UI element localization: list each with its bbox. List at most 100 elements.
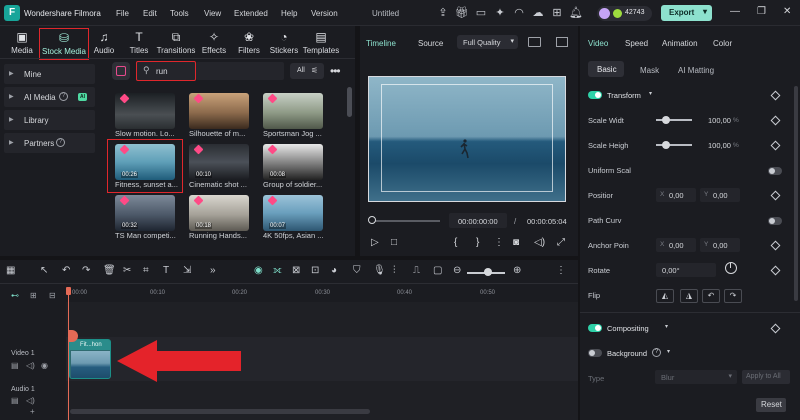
delete-icon[interactable]: 🗑︎ (103, 265, 116, 276)
scrollbar[interactable] (794, 86, 798, 301)
folder-icon[interactable]: ▤ (11, 361, 19, 370)
tab-transitions[interactable]: ⧉ Transitions (156, 29, 196, 61)
thumbnail-6[interactable]: 00:32 (115, 195, 175, 231)
search-box[interactable]: ⚲ (136, 61, 196, 81)
search-input[interactable] (156, 65, 194, 77)
more-options-icon[interactable]: ••• (330, 64, 341, 78)
snap-icon[interactable]: ◉ (254, 265, 263, 276)
tab-video[interactable]: Video (588, 39, 608, 48)
shield-icon[interactable]: ⛉ (353, 265, 361, 276)
subtab-mask[interactable]: Mask (640, 66, 659, 75)
transform-toggle[interactable] (588, 91, 602, 99)
anchor-x-field[interactable]: X 0,00 (656, 238, 696, 252)
snapshot-icon[interactable]: ◙ (513, 237, 519, 248)
tab-filters[interactable]: ❀ Filters (234, 29, 264, 61)
mark-out-icon[interactable]: } (476, 237, 479, 248)
layout-icon[interactable]: ▦ (6, 265, 15, 276)
track-settings-icon[interactable]: ⊟ (49, 291, 56, 300)
sidebar-item-partners[interactable]: ▶ Partners ? (4, 133, 95, 153)
thumbnail-5[interactable]: 00:08 (263, 144, 323, 180)
chevron-down-icon[interactable]: ▾ (649, 90, 652, 97)
flip-horizontal-icon[interactable]: ◭ (656, 289, 674, 303)
quality-dropdown[interactable]: Full Quality ▾ (457, 35, 518, 49)
rotate-dial[interactable] (725, 262, 737, 274)
mark-in-icon[interactable]: { (454, 237, 457, 248)
select-tool-icon[interactable]: ↖ (40, 265, 48, 276)
menu-view[interactable]: View (204, 9, 221, 18)
tab-media[interactable]: ▣ Media (6, 29, 38, 61)
fullscreen-icon[interactable] (556, 37, 568, 47)
rotate-left-icon[interactable]: ↶ (702, 289, 720, 303)
playhead[interactable] (68, 288, 69, 420)
clip-icon[interactable]: ▢ (433, 265, 442, 276)
menu-help[interactable]: Help (281, 9, 297, 18)
crop-icon[interactable]: ⌗ (143, 265, 149, 276)
thumbnail-2[interactable] (263, 93, 323, 129)
menu-edit[interactable]: Edit (143, 9, 157, 18)
position-y-field[interactable]: Y 0,00 (700, 188, 740, 202)
tab-timeline[interactable]: Timeline (366, 39, 396, 48)
snapshot-frame-icon[interactable] (528, 37, 541, 47)
video-preview[interactable] (368, 76, 566, 202)
menu-file[interactable]: File (116, 9, 129, 18)
timeline-scrollbar[interactable] (70, 409, 370, 414)
lightbulb-icon[interactable]: ✦ (493, 6, 507, 20)
tab-source[interactable]: Source (418, 39, 443, 48)
speaker-icon[interactable]: ◁) (26, 396, 35, 405)
search-field-background[interactable] (196, 62, 284, 80)
menu-version[interactable]: Version (311, 9, 338, 18)
tab-stock-media[interactable]: ⛁ Stock Media (39, 28, 89, 60)
maximize-icon[interactable]: ❐ (757, 6, 766, 17)
tab-audio[interactable]: ♫ Audio (90, 29, 118, 61)
background-type-dropdown[interactable]: Blur ▾ (655, 370, 737, 384)
chevron-down-icon[interactable]: ▾ (667, 348, 670, 355)
mixer-icon[interactable]: ⫶ (393, 265, 396, 276)
credits-badge[interactable]: 42743 (597, 6, 652, 21)
preview-scrubber[interactable] (368, 216, 376, 224)
help-icon[interactable]: ? (56, 138, 65, 147)
apply-to-all-button[interactable]: Apply to All (742, 370, 790, 384)
play-icon[interactable]: ▷ (371, 237, 379, 248)
rotate-field[interactable]: 0,00° (656, 263, 716, 277)
thumbnail-4[interactable]: 00:10 (189, 144, 249, 180)
filter-dropdown[interactable]: All ⚟ (290, 63, 324, 79)
preview-progress-bar[interactable] (372, 220, 440, 222)
tab-effects[interactable]: ✧ Effects (199, 29, 229, 61)
timeline-menu-icon[interactable]: ⋮ (556, 265, 566, 276)
current-time-display[interactable]: 00:00:00:00 (449, 213, 507, 228)
close-icon[interactable]: ✕ (783, 6, 791, 17)
link-icon[interactable]: ⟗ (273, 265, 282, 276)
tab-animation[interactable]: Animation (662, 39, 698, 48)
resize-icon[interactable]: ⇲ (183, 265, 191, 276)
redo-icon[interactable]: ↷ (82, 265, 90, 276)
marker-icon[interactable]: ⎍ (413, 265, 420, 276)
path-curve-toggle[interactable] (768, 217, 782, 225)
upload-icon[interactable]: ⇪ (436, 6, 450, 20)
scale-width-slider[interactable] (656, 116, 692, 124)
tab-templates[interactable]: ▤ Templates (302, 29, 340, 61)
flip-vertical-icon[interactable]: ◮ (680, 289, 698, 303)
scale-height-value[interactable]: 100,00 (708, 141, 731, 150)
speed-ramp-icon[interactable]: ◕ (331, 265, 337, 276)
speaker-icon[interactable]: ◁) (26, 361, 35, 370)
link-tracks-icon[interactable]: ⊷ (11, 291, 19, 300)
expand-icon[interactable]: ⤢ (557, 237, 565, 248)
sidebar-item-ai-media[interactable]: ▶ AI Media ? AI (4, 87, 95, 107)
thumbnail-0[interactable] (115, 93, 175, 129)
tab-color[interactable]: Color (713, 39, 732, 48)
thumbnail-1[interactable] (189, 93, 249, 129)
add-icon[interactable]: + (30, 407, 35, 416)
zoom-in-icon[interactable]: ⊕ (513, 265, 521, 276)
grid-icon[interactable]: ⊞ (550, 6, 564, 20)
position-x-field[interactable]: X 0,00 (656, 188, 696, 202)
tab-speed[interactable]: Speed (625, 39, 648, 48)
scrollbar[interactable] (347, 87, 352, 117)
video-clip[interactable]: Fit...hon (69, 339, 111, 379)
folder-icon[interactable]: ▤ (11, 396, 19, 405)
reset-button[interactable]: Reset (756, 398, 786, 412)
monitor-icon[interactable]: ▭ (474, 6, 488, 20)
compositing-toggle[interactable] (588, 324, 602, 332)
volume-icon[interactable]: ◁) (534, 237, 545, 248)
more-tools-icon[interactable]: » (210, 265, 216, 276)
ai-tools-icon[interactable]: ⊡ (311, 265, 319, 276)
